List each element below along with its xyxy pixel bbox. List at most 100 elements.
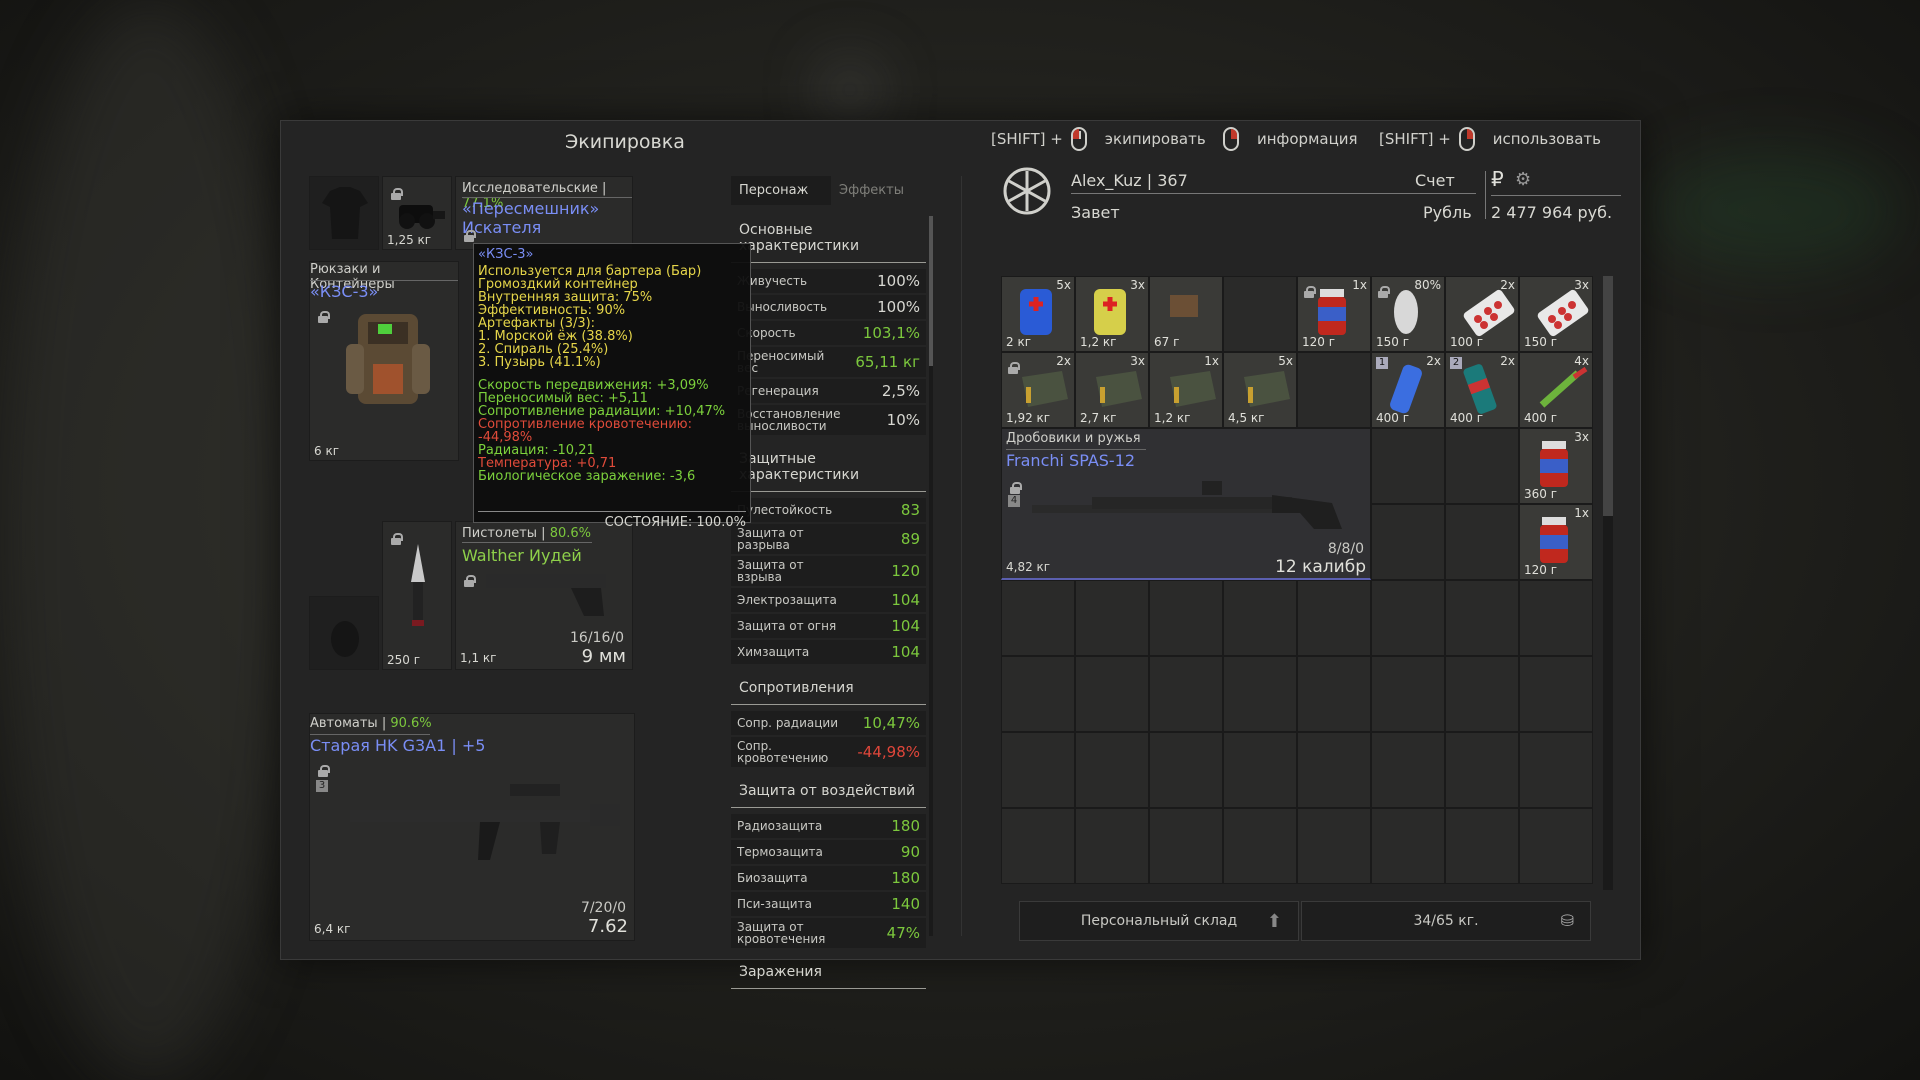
item-grenade-stripe[interactable]: 2 2x 400 г <box>1445 352 1519 428</box>
grid-cell[interactable] <box>1001 580 1075 656</box>
detector-slot[interactable]: Исследовательские | 77.1% «Пересмешник» … <box>455 176 633 250</box>
weight-icon: ⛁ <box>1560 911 1574 930</box>
grid-cell[interactable] <box>1371 656 1445 732</box>
grid-cell[interactable] <box>1519 580 1593 656</box>
gear-icon[interactable]: ⚙ <box>1515 169 1531 190</box>
grid-cell[interactable] <box>1149 732 1223 808</box>
grid-cell[interactable] <box>1371 504 1445 580</box>
grid-cell[interactable] <box>1075 656 1149 732</box>
grid-cell[interactable] <box>1445 504 1519 580</box>
tooltip-properties: Используется для бартера (Бар) Громоздкий… <box>478 265 746 369</box>
item-ammo-box[interactable]: 2x 1,92 кг <box>1001 352 1075 428</box>
grid-cell[interactable] <box>1445 580 1519 656</box>
grid-cell[interactable] <box>1223 732 1297 808</box>
tooltip-effect: Сопротивление кровотечению: -44,98% <box>478 417 692 445</box>
stat-label: Химзащита <box>737 645 810 659</box>
grid-cell[interactable] <box>1149 580 1223 656</box>
tooltip-effects: Скорость передвижения: +3,09% Переносимый… <box>478 379 746 483</box>
item-medkit-blue[interactable]: 5x 2 кг <box>1001 276 1075 352</box>
grid-cell[interactable] <box>1371 808 1445 884</box>
grid-cell[interactable] <box>1371 428 1445 504</box>
shirt-icon <box>322 187 368 239</box>
grid-cell[interactable] <box>1149 656 1223 732</box>
tab-effects[interactable]: Эффекты <box>831 176 931 205</box>
helmet-slot[interactable]: 1,25 кг <box>382 176 452 250</box>
grid-cell[interactable] <box>1001 808 1075 884</box>
grid-cell[interactable] <box>1371 580 1445 656</box>
grid-scrollbar[interactable] <box>1603 276 1613 890</box>
grid-cell[interactable] <box>1075 732 1149 808</box>
item-medkit-yellow[interactable]: 3x 1,2 кг <box>1075 276 1149 352</box>
stat-value: 100% <box>877 298 920 316</box>
stat-value: 140 <box>891 895 920 913</box>
item-weight: 1,2 кг <box>1154 411 1191 425</box>
grid-cell[interactable] <box>1519 656 1593 732</box>
item-jar[interactable]: 1x 120 г <box>1519 504 1593 580</box>
grid-cell[interactable] <box>1445 808 1519 884</box>
stat-label: Переносимый вес <box>737 349 825 374</box>
grid-cell[interactable] <box>1297 808 1371 884</box>
item-count: 5x <box>1056 278 1071 292</box>
grid-cell[interactable] <box>1075 580 1149 656</box>
item-jar[interactable]: 3x 360 г <box>1519 428 1593 504</box>
knife-slot[interactable]: 250 г <box>382 521 452 670</box>
item-count: 2x <box>1426 354 1441 368</box>
rifle-name-row: Старая HK G3A1 | +5 <box>310 736 485 755</box>
stats-scrollbar[interactable] <box>929 216 933 936</box>
artifact-slot[interactable] <box>309 596 379 670</box>
grid-cell[interactable] <box>1297 580 1371 656</box>
tooltip-condition: СОСТОЯНИЕ: 100.0% <box>478 511 746 529</box>
grid-cell[interactable] <box>1297 352 1371 428</box>
item-pills[interactable]: 3x 150 г <box>1519 276 1593 352</box>
inventory-title: Экипировка <box>565 131 685 153</box>
item-grenade-blue[interactable]: 1 2x 400 г <box>1371 352 1445 428</box>
grid-cell[interactable] <box>1297 656 1371 732</box>
backpack-icon <box>346 314 430 404</box>
item-count: 1x <box>1204 354 1219 368</box>
personal-stash-button[interactable]: Персональный склад ⬆ <box>1019 901 1299 941</box>
backpack-slot[interactable]: Рюкзаки и Контейнеры «КЗС-3» 6 кг <box>309 261 459 461</box>
stat-value: 10,47% <box>862 714 920 732</box>
grid-cell[interactable] <box>1223 656 1297 732</box>
tab-character[interactable]: Персонаж <box>731 176 831 205</box>
shotgun-item[interactable]: Дробовики и ружья Franchi SPAS-12 4 8/8/0 12… <box>1001 428 1371 580</box>
item-box[interactable]: 67 г <box>1149 276 1223 352</box>
grid-cell[interactable] <box>1149 808 1223 884</box>
item-count: 1x <box>1352 278 1367 292</box>
detector-name: «Пересмешник» Искателя <box>462 199 600 237</box>
item-weight: 400 г <box>1524 411 1558 425</box>
grid-cell[interactable] <box>1519 808 1593 884</box>
grid-cell[interactable] <box>1519 732 1593 808</box>
rifle-upgrade: | +5 <box>451 736 486 755</box>
grid-cell[interactable] <box>1223 808 1297 884</box>
grid-cell[interactable] <box>1001 656 1075 732</box>
grid-cell[interactable] <box>1445 428 1519 504</box>
grid-cell[interactable] <box>1297 732 1371 808</box>
pistol-slot[interactable]: Пистолеты | 80.6% Walther Иудей 16/16/0 … <box>455 521 633 670</box>
grid-cell[interactable] <box>1075 808 1149 884</box>
account-label: Счет <box>1415 171 1455 190</box>
stat-label: Сопр. радиации <box>737 716 838 730</box>
rifle-slot[interactable]: Автоматы | 90.6% Старая HK G3A1 | +5 3 7… <box>309 713 635 941</box>
grid-cell[interactable] <box>1223 276 1297 352</box>
grid-cell[interactable] <box>1445 732 1519 808</box>
grid-cell[interactable] <box>1223 580 1297 656</box>
item-injector[interactable]: 4x 400 г <box>1519 352 1593 428</box>
stats-section: Защитные характеристики Пулестойкость 83 За… <box>731 445 926 664</box>
item-ammo-box[interactable]: 3x 2,7 кг <box>1075 352 1149 428</box>
item-ammo-box[interactable]: 5x 4,5 кг <box>1223 352 1297 428</box>
item-count: 3x <box>1574 430 1589 444</box>
stash-label: Персональный склад <box>1080 913 1238 929</box>
item-jar[interactable]: 1x 120 г <box>1297 276 1371 352</box>
item-weight: 2 кг <box>1006 335 1032 349</box>
inventory-window: Экипировка [SHIFT] + экипировать информа… <box>280 120 1641 989</box>
grid-cell[interactable] <box>1371 732 1445 808</box>
grid-cell[interactable] <box>1001 732 1075 808</box>
mouse-left-icon <box>1070 127 1087 151</box>
item-bandage[interactable]: 80% 150 г <box>1371 276 1445 352</box>
grid-cell[interactable] <box>1445 656 1519 732</box>
stat-label: Защита от разрыва <box>737 526 804 552</box>
item-pills[interactable]: 2x 100 г <box>1445 276 1519 352</box>
item-ammo-box[interactable]: 1x 1,2 кг <box>1149 352 1223 428</box>
armor-slot[interactable] <box>309 176 379 250</box>
